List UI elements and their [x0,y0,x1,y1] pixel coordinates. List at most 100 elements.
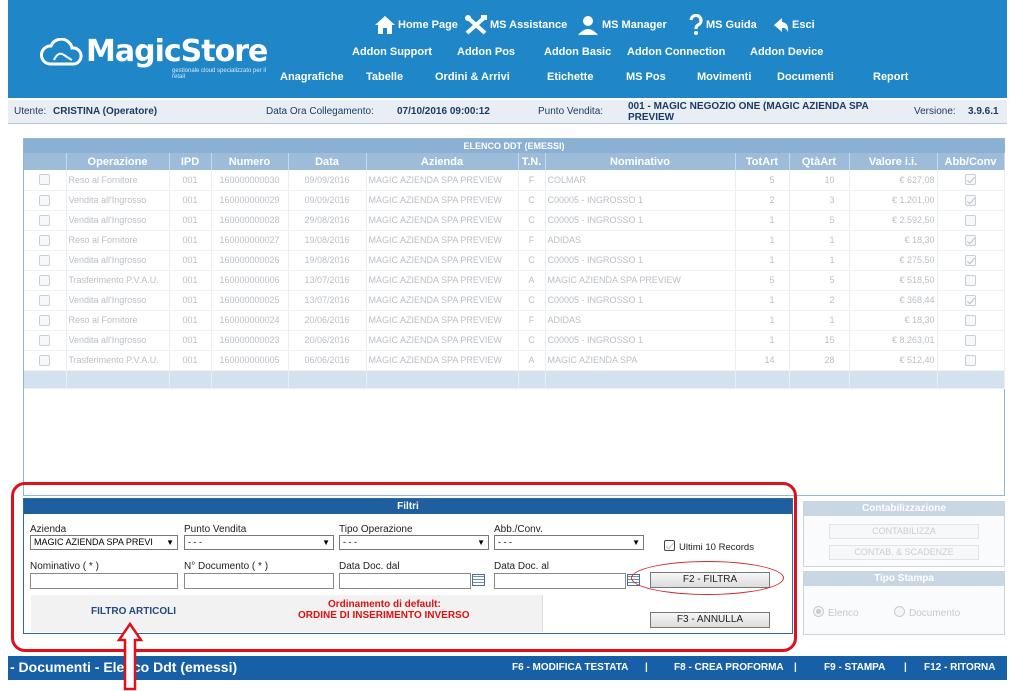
nav-addon-device[interactable]: Addon Device [750,46,823,58]
col-totart[interactable]: TotArt [735,153,790,170]
annulla-button[interactable]: F3 - ANNULLA [650,612,770,628]
table-row[interactable]: Reso al Fornitore 001 160000000027 19/08/20… [24,230,1005,251]
ultimi-10-label: Ultimi 10 Records [679,542,754,553]
filtra-button[interactable]: F2 - FILTRA [650,572,770,588]
row-select-checkbox[interactable] [39,194,51,206]
cell-qtaart: 2 [789,290,850,311]
nav-anagrafiche[interactable]: Anagrafiche [280,71,344,83]
nav-esci[interactable]: Esci [772,14,815,36]
cell-numero: 160000000027 [211,230,289,251]
f6-modifica-testata[interactable]: F6 - MODIFICA TESTATA [512,662,628,673]
table-row[interactable]: Vendita all'Ingrosso 001 160000000026 19/08… [24,250,1005,271]
azienda-select[interactable]: MAGIC AZIENDA SPA PREVI ▼ [30,535,178,550]
col-abbconv[interactable]: Abb/Conv [937,153,1005,170]
nav-report[interactable]: Report [873,71,908,83]
nominativo-input[interactable] [30,573,178,589]
cell-numero: 160000000025 [211,290,289,311]
col-ipd[interactable]: IPD [169,153,212,170]
filtro-articoli-link[interactable]: FILTRO ARTICOLI [91,606,176,617]
row-select-checkbox[interactable] [39,314,51,326]
row-select-checkbox[interactable] [39,354,51,366]
table-row[interactable]: Trasferimento P.V.A.U. 001 160000000005 06/… [24,350,1005,371]
cell-valore: € 627,08 [849,170,938,191]
pv-select[interactable]: - - - ▼ [184,535,334,550]
chevron-down-icon: ▼ [166,538,174,547]
nav-ms-pos[interactable]: MS Pos [626,71,666,83]
nav-tabelle[interactable]: Tabelle [366,71,403,83]
col-valore[interactable]: Valore i.i. [849,153,938,170]
nav-ms-assistance[interactable]: MS Assistance [464,14,567,36]
table-row[interactable]: Vendita all'Ingrosso 001 160000000028 29/08… [24,210,1005,231]
chevron-down-icon: ▼ [322,538,330,547]
nav-home-label: Home Page [398,19,458,31]
col-data[interactable]: Data [288,153,367,170]
nav-etichette[interactable]: Etichette [547,71,593,83]
empty-cell [735,370,790,389]
cell-numero: 160000000028 [211,210,289,231]
logo[interactable]: MagicStore gestionale cloud specializzat… [40,32,270,80]
nav-addon-support[interactable]: Addon Support [352,46,432,58]
col-qtaart[interactable]: QtàArt [789,153,850,170]
nav-home-page[interactable]: Home Page [374,14,458,36]
cell-azienda: MAGIC AZIENDA SPA PREVIEW [366,230,519,251]
abb-conv-select[interactable]: - - - ▼ [494,535,644,550]
documento-radio[interactable] [894,606,905,617]
tools-icon [465,15,487,35]
ndoc-input[interactable] [184,573,334,589]
cell-valore: € 18,30 [849,230,938,251]
nav-addon-pos[interactable]: Addon Pos [457,46,515,58]
calendar-icon[interactable] [627,574,640,586]
table-row[interactable]: Reso al Fornitore 001 160000000030 09/09/20… [24,170,1005,191]
table-row[interactable]: Vendita all'Ingrosso 001 160000000029 09/09… [24,190,1005,211]
footer-bar: - Documenti - Elenco Ddt (emessi) F6 - M… [8,656,1007,680]
row-select-checkbox[interactable] [39,174,51,186]
elenco-radio[interactable] [813,606,824,617]
col-select [24,153,67,170]
nav-addon-connection[interactable]: Addon Connection [627,46,725,58]
nav-movimenti[interactable]: Movimenti [697,71,751,83]
nav-ordini-arrivi[interactable]: Ordini & Arrivi [435,71,510,83]
cell-abbconv [937,250,1005,271]
row-select-checkbox[interactable] [39,254,51,266]
col-nominativo[interactable]: Nominativo [545,153,736,170]
nav-documenti[interactable]: Documenti [777,71,834,83]
row-select-checkbox[interactable] [39,214,51,226]
nav-ms-manager[interactable]: MS Manager [576,14,667,36]
empty-cell [937,370,1005,389]
empty-cell [24,370,67,389]
cell-valore: € 275,50 [849,250,938,271]
filters-panel: Filtri Azienda MAGIC AZIENDA SPA PREVI ▼ … [23,498,793,634]
f9-stampa[interactable]: F9 - STAMPA [824,662,885,673]
cell-azienda: MAGIC AZIENDA SPA PREVIEW [366,310,519,331]
table-row[interactable]: Reso al Fornitore 001 160000000024 20/06/20… [24,310,1005,331]
row-select-checkbox[interactable] [39,334,51,346]
arrow-up-icon [117,622,143,691]
row-select-checkbox[interactable] [39,234,51,246]
col-azienda[interactable]: Azienda [366,153,519,170]
filters-caption: Filtri [24,499,792,514]
cell-nominativo: COLMAR [545,170,736,191]
f12-ritorna[interactable]: F12 - RITORNA [924,662,996,673]
col-operazione[interactable]: Operazione [66,153,170,170]
row-select-checkbox[interactable] [39,294,51,306]
nav-addon-basic[interactable]: Addon Basic [544,46,611,58]
nav-ms-guida[interactable]: MS Guida [688,14,757,36]
contab-scadenze-button[interactable]: CONTAB. & SCADENZE [829,545,979,560]
data-dal-input[interactable] [339,573,471,589]
data-al-input[interactable] [494,573,626,589]
f8-crea-proforma[interactable]: F8 - CREA PROFORMA [674,662,784,673]
table-row[interactable]: Trasferimento P.V.A.U. 001 160000000006 13/… [24,270,1005,291]
ultimi-10-checkbox[interactable] [664,540,675,551]
table-row[interactable]: Vendita all'Ingrosso 001 160000000023 20/06… [24,330,1005,351]
nav-esci-label: Esci [792,19,815,31]
tipo-operazione-select[interactable]: - - - ▼ [339,535,489,550]
table-row[interactable]: Vendita all'Ingrosso 001 160000000025 13/07… [24,290,1005,311]
calendar-icon[interactable] [472,574,485,586]
contabilizza-button[interactable]: CONTABILIZZA [829,524,979,539]
empty-cell [211,370,289,389]
col-numero[interactable]: Numero [211,153,289,170]
row-select-checkbox[interactable] [39,274,51,286]
cell-nominativo: ADIDAS [545,230,736,251]
nominativo-label: Nominativo ( * ) [30,561,99,572]
col-tn[interactable]: T.N. [518,153,546,170]
